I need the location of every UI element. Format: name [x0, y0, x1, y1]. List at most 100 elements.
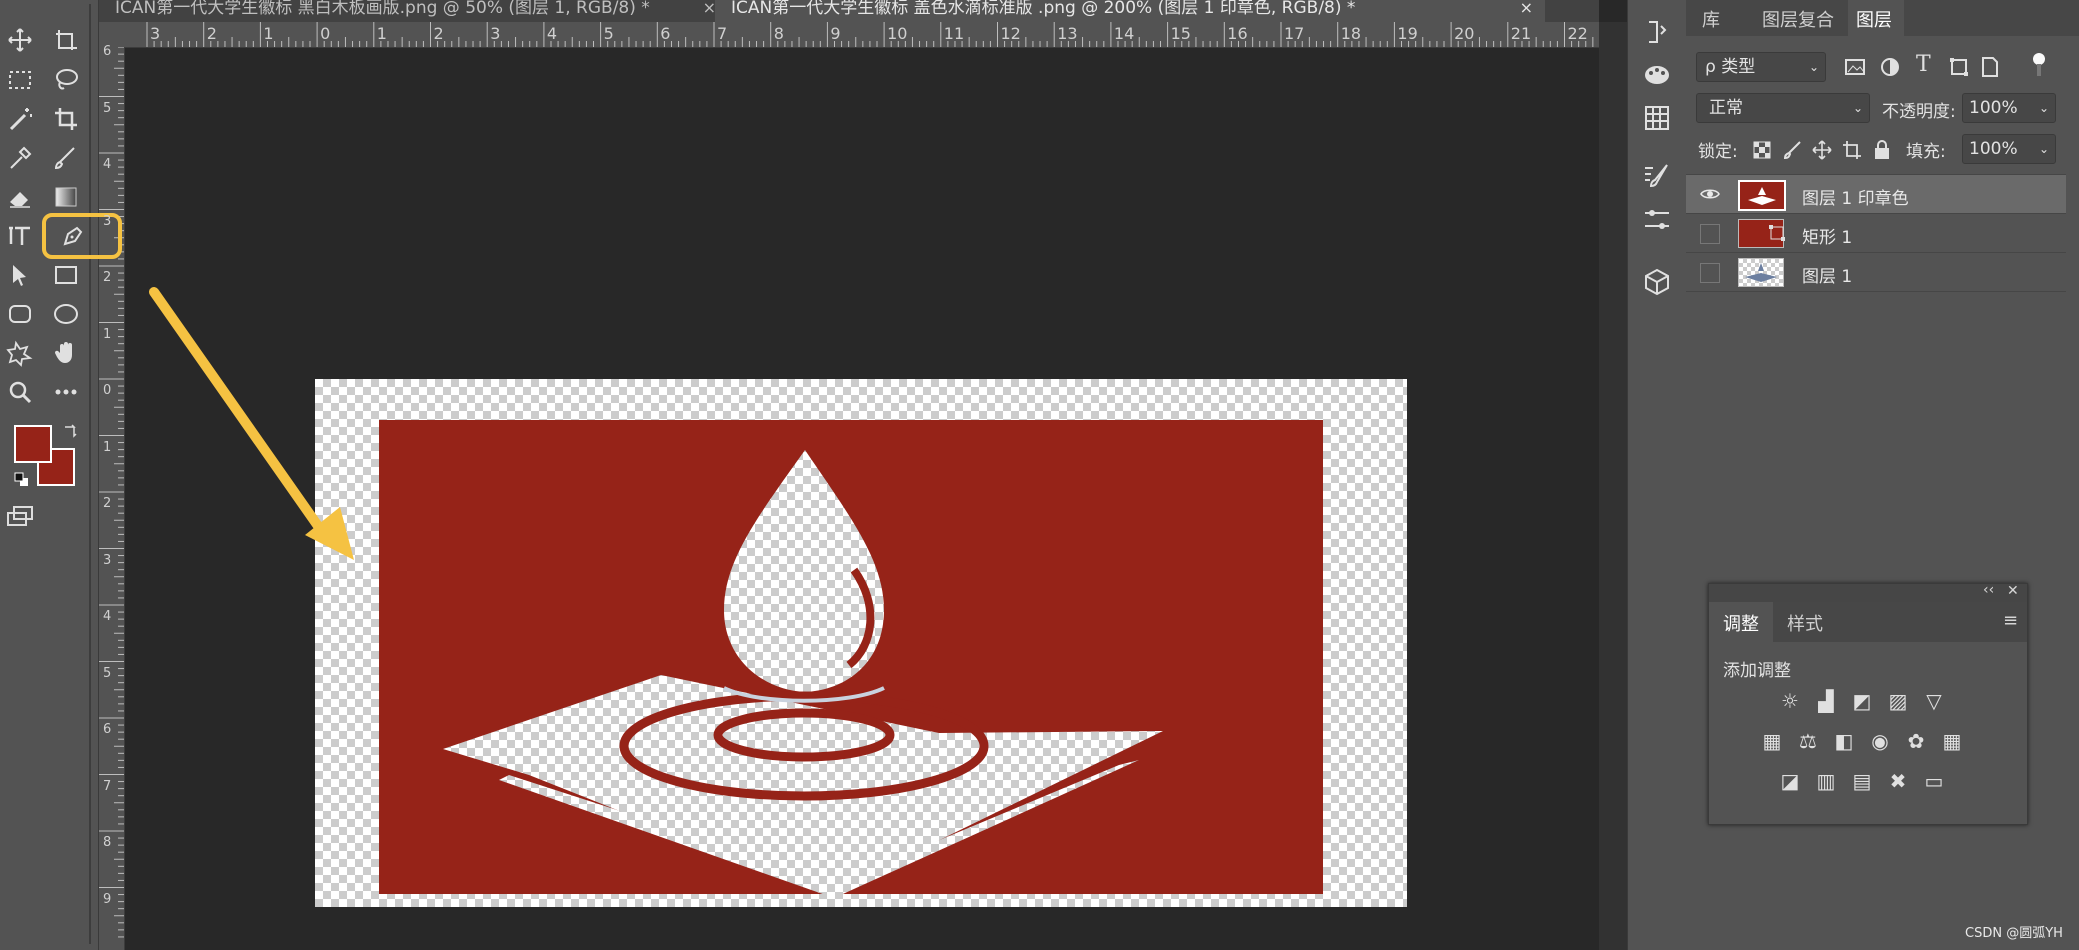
canvas-vertical-scrollbar[interactable]	[1599, 22, 1627, 950]
tab-library[interactable]: 库	[1702, 6, 1720, 32]
close-icon[interactable]: ✕	[2007, 583, 2019, 599]
more-icon[interactable]	[46, 374, 86, 410]
color-balance-icon[interactable]: ⚖	[1795, 728, 1821, 754]
threshold-icon[interactable]: ▤	[1849, 768, 1875, 794]
menu-icon[interactable]: ≡	[2003, 610, 2018, 631]
eye-icon[interactable]	[1700, 184, 1720, 204]
ruler-tick-label: 6	[103, 44, 112, 59]
rectangle-icon[interactable]	[46, 257, 86, 293]
3d-icon[interactable]	[1641, 266, 1673, 298]
path-select-icon[interactable]	[0, 257, 40, 293]
filter-adjustment-icon[interactable]	[1879, 56, 1901, 78]
magic-wand-icon[interactable]	[0, 101, 40, 137]
filter-smart-object-icon[interactable]	[1979, 56, 2001, 78]
layer-filter-select[interactable]: ρ 类型 ⌄	[1696, 52, 1826, 82]
adjustments-titlebar[interactable]: ‹‹ ✕	[1709, 582, 2027, 602]
levels-icon[interactable]: ▟	[1813, 688, 1839, 714]
zoom-icon[interactable]	[0, 374, 40, 410]
type-icon[interactable]	[0, 218, 40, 254]
properties-icon[interactable]	[1641, 204, 1673, 236]
layer-row[interactable]: 矩形 1	[1686, 213, 2066, 252]
exposure-icon[interactable]: ▨	[1885, 688, 1911, 714]
lasso-icon[interactable]	[46, 62, 86, 98]
ruler-tick-label: 7	[103, 778, 112, 794]
gradient-icon[interactable]	[46, 179, 86, 215]
ruler-tick-label: 8	[103, 835, 112, 850]
foreground-color-swatch[interactable]	[14, 425, 52, 463]
ellipse-icon[interactable]	[46, 296, 86, 332]
lock-transparent-icon[interactable]	[1752, 140, 1772, 160]
visibility-toggle[interactable]	[1700, 224, 1720, 244]
layer-row[interactable]: 图层 1 印章色	[1686, 174, 2066, 213]
close-icon[interactable]: ×	[703, 0, 716, 16]
opacity-input[interactable]: 100% ⌄	[1962, 93, 2056, 123]
layer-name[interactable]: 矩形 1	[1802, 223, 1852, 248]
channel-mixer-icon[interactable]: ✿	[1903, 728, 1929, 754]
color-palette-icon[interactable]	[1641, 58, 1673, 90]
lock-pixels-icon[interactable]	[1782, 140, 1802, 160]
filter-pixel-icon[interactable]	[1844, 56, 1866, 78]
filter-toggle-icon[interactable]	[2032, 50, 2046, 80]
ruler-tick-label: 15	[1170, 24, 1191, 43]
layer-name[interactable]: 图层 1	[1802, 262, 1852, 287]
brush-settings-icon[interactable]	[1641, 160, 1673, 192]
posterize-icon[interactable]: ▥	[1813, 768, 1839, 794]
visibility-toggle[interactable]	[1700, 263, 1720, 283]
lock-position-icon[interactable]	[1812, 140, 1832, 160]
default-colors-icon[interactable]	[14, 472, 30, 488]
move-icon[interactable]	[0, 22, 40, 58]
crop-icon[interactable]	[46, 101, 86, 137]
tab-layer-comps[interactable]: 图层复合	[1762, 6, 1834, 32]
history-icon[interactable]	[1641, 16, 1673, 48]
tab-styles[interactable]: 样式	[1787, 610, 1823, 636]
hue-saturation-icon[interactable]: ▦	[1759, 728, 1785, 754]
photo-filter-icon[interactable]: ◉	[1867, 728, 1893, 754]
gradient-map-icon[interactable]: ▭	[1921, 768, 1947, 794]
brightness-contrast-icon[interactable]: ☼	[1777, 688, 1803, 714]
swap-colors-icon[interactable]	[62, 423, 80, 441]
lock-all-icon[interactable]	[1872, 139, 1892, 161]
ruler-tick-label: 19	[1397, 24, 1418, 43]
swatches-icon[interactable]	[1641, 102, 1673, 134]
ruler-tick-label: 4	[546, 24, 558, 43]
filter-shape-icon[interactable]	[1948, 56, 1970, 78]
selective-color-icon[interactable]: ✖	[1885, 768, 1911, 794]
layer-row[interactable]: 图层 1	[1686, 252, 2066, 292]
vibrance-icon[interactable]: ▽	[1921, 688, 1947, 714]
document-tab-2-label: ICAN第一代大学生徽标 盖色水滴标准版 .png @ 200% (图层 1 印…	[731, 0, 1356, 18]
tab-adjustments[interactable]: 调整	[1723, 610, 1759, 636]
eyedropper-icon[interactable]	[0, 140, 40, 176]
ruler-tick-label: 12	[1000, 24, 1021, 43]
ruler-tick-label: 10	[887, 24, 908, 43]
marquee-icon[interactable]	[0, 62, 40, 98]
filter-type-icon[interactable]: T	[1916, 52, 1931, 77]
screen-mode-icon[interactable]	[6, 505, 36, 529]
fill-input[interactable]: 100% ⌄	[1962, 134, 2056, 164]
tab-layers[interactable]: 图层	[1856, 6, 1892, 32]
rounded-rect-icon[interactable]	[0, 296, 40, 332]
document-tab-1[interactable]: ICAN第一代大学生徽标 黑白木板画版.png @ 50% (图层 1, RGB…	[99, 0, 728, 22]
vertical-ruler-labels: 6 5 4 3 2 1 0 1 2 3 4 5 6 7 8 9	[99, 44, 124, 950]
black-white-icon[interactable]: ◧	[1831, 728, 1857, 754]
lock-artboard-icon[interactable]	[1842, 140, 1862, 160]
layer-name[interactable]: 图层 1 印章色	[1802, 184, 1909, 209]
lock-label: 锁定:	[1698, 142, 1738, 162]
tools-panel	[0, 0, 122, 950]
document-tab-2[interactable]: ICAN第一代大学生徽标 盖色水滴标准版 .png @ 200% (图层 1 印…	[715, 0, 1545, 22]
close-icon[interactable]: ×	[1520, 0, 1533, 16]
logo-artwork	[443, 450, 1163, 894]
invert-icon[interactable]: ◪	[1777, 768, 1803, 794]
blend-mode-select[interactable]: 正常 ⌄	[1696, 93, 1870, 123]
chevron-down-icon: ⌄	[1808, 60, 1819, 74]
chevron-down-icon: ⌄	[2038, 142, 2049, 156]
artboard-icon[interactable]	[46, 22, 86, 58]
hand-icon[interactable]	[46, 335, 86, 371]
ruler-tick-label: 3	[490, 24, 501, 43]
collapse-icon[interactable]: ‹‹	[1983, 582, 1994, 598]
ruler-tick-label: 1	[376, 24, 387, 43]
eraser-icon[interactable]	[0, 179, 40, 215]
curves-icon[interactable]: ◩	[1849, 688, 1875, 714]
brush-icon[interactable]	[46, 140, 86, 176]
color-lookup-icon[interactable]: ▦	[1939, 728, 1965, 754]
custom-shape-icon[interactable]	[0, 335, 40, 371]
